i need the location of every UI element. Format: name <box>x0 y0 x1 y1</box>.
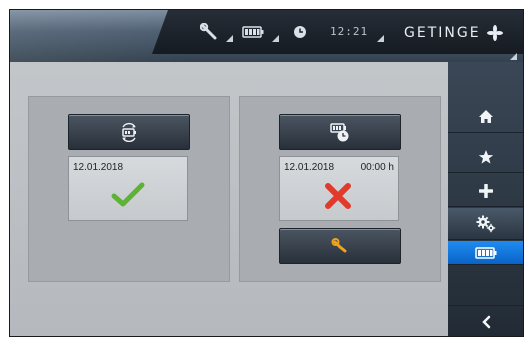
settings-gears-icon <box>476 215 495 232</box>
nav-add[interactable] <box>448 175 523 207</box>
device-screen: 12:21 GETINGE 12.01.2018 12.01.2018 00:0… <box>9 9 524 337</box>
clock-icon <box>294 26 306 38</box>
content-area: 12.01.2018 12.01.2018 00:00 h <box>10 62 448 336</box>
plus-icon <box>478 183 493 198</box>
checkmark-icon <box>111 182 145 207</box>
result-date: 12.01.2018 <box>284 162 335 173</box>
nav-favorites[interactable] <box>448 141 523 173</box>
result-duration: 00:00 h <box>360 162 394 173</box>
nav-home[interactable] <box>448 101 523 133</box>
battery-status[interactable] <box>242 20 279 44</box>
brand-name: GETINGE <box>404 25 481 41</box>
side-navigation <box>448 62 523 336</box>
battery-test-panel: 12.01.2018 00:00 h <box>239 96 441 282</box>
cross-icon <box>325 183 351 209</box>
dropdown-indicator-icon <box>510 53 517 60</box>
star-icon <box>478 149 493 164</box>
battery-icon <box>242 26 264 38</box>
battery-icon <box>474 246 496 259</box>
clock-time: 12:21 <box>330 25 369 38</box>
battery-test-result: 12.01.2018 00:00 h <box>279 156 399 221</box>
nav-battery[interactable] <box>448 241 523 265</box>
dropdown-indicator-icon <box>272 35 279 42</box>
battery-test-icon <box>330 123 349 142</box>
dropdown-indicator-icon <box>226 35 233 42</box>
battery-cycle-icon <box>122 122 136 142</box>
service-status[interactable] <box>200 20 233 44</box>
clock-status[interactable] <box>293 20 307 44</box>
dropdown-indicator-icon <box>377 35 384 42</box>
nav-back[interactable] <box>448 305 523 336</box>
battery-cycle-panel: 12.01.2018 <box>28 96 230 282</box>
nav-settings[interactable] <box>448 208 523 240</box>
battery-cycle-button[interactable] <box>68 114 190 150</box>
wrench-icon <box>331 238 347 253</box>
getinge-logo-icon <box>487 25 503 41</box>
top-bar: 12:21 GETINGE <box>10 10 523 62</box>
battery-test-button[interactable] <box>279 114 401 150</box>
service-button[interactable] <box>279 228 401 264</box>
back-arrow-icon <box>481 315 490 328</box>
home-icon <box>478 110 493 123</box>
wrench-icon <box>200 23 217 40</box>
result-date: 12.01.2018 <box>73 162 124 173</box>
battery-cycle-result: 12.01.2018 <box>68 156 188 221</box>
